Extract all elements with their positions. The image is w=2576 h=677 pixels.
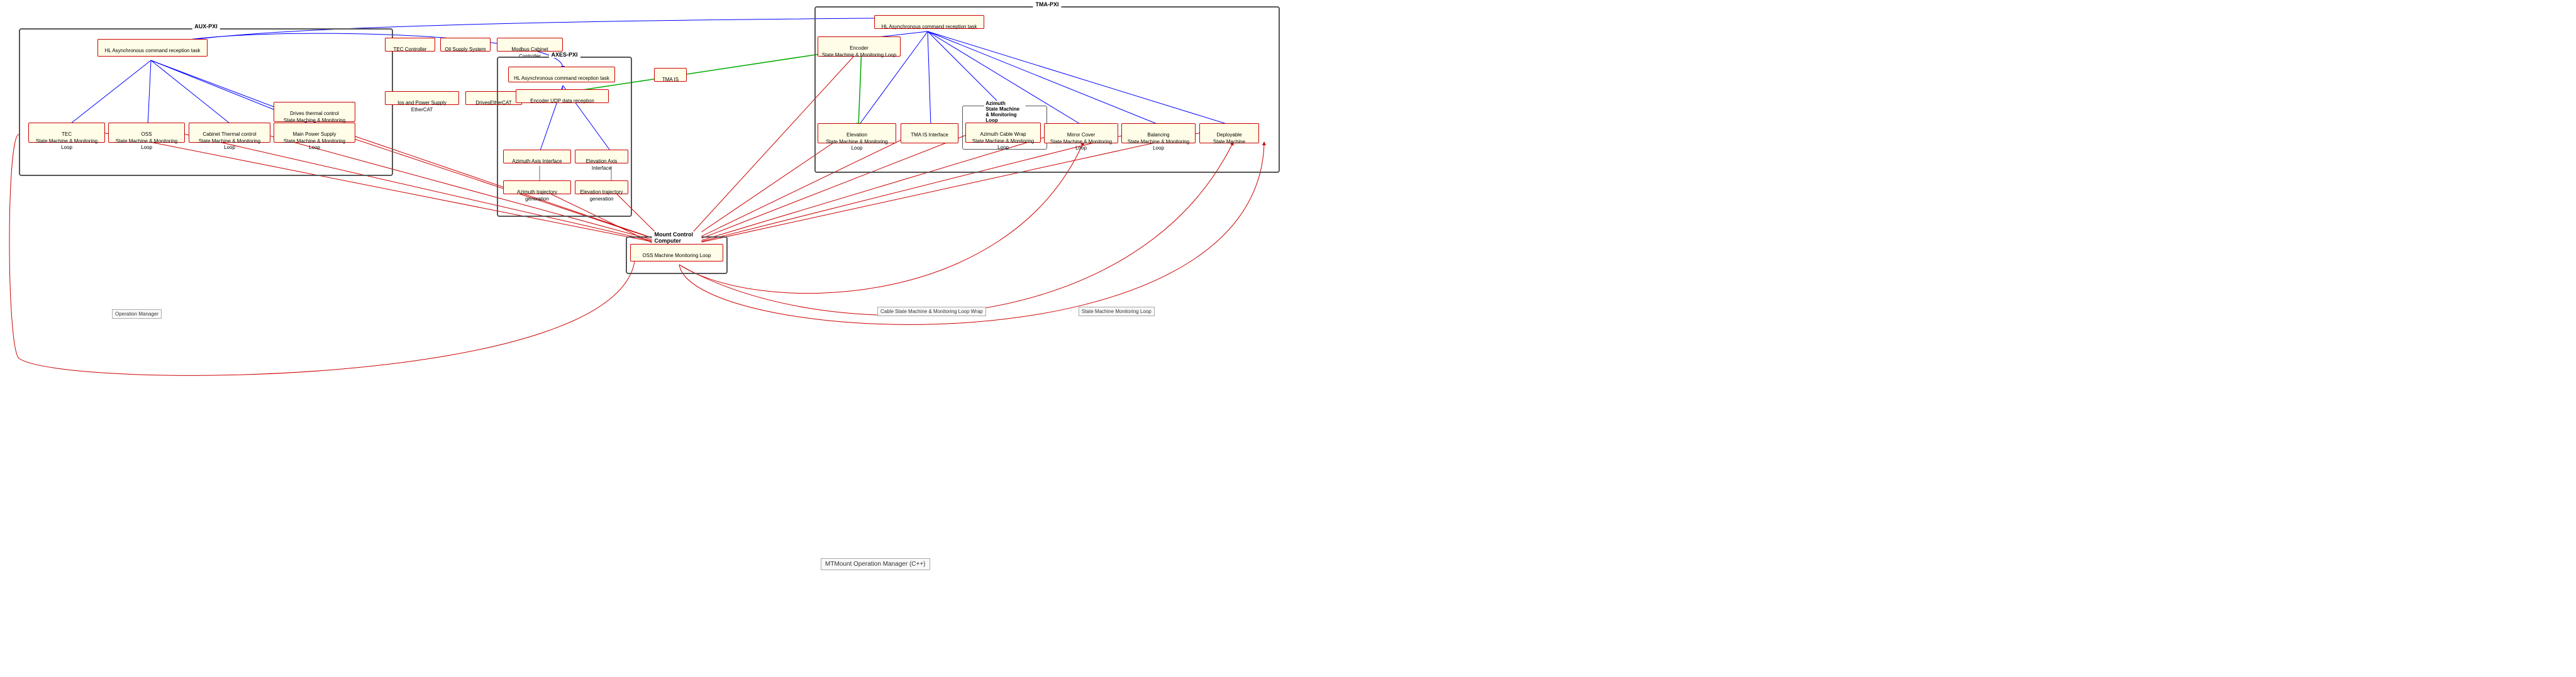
tec-sm-node[interactable]: TEC State Machine & Monitoring Loop <box>28 123 105 143</box>
axes-hl-async-label: HL Asynchronous command reception task <box>514 75 609 81</box>
tma-pxi-group: TMA-PXI <box>814 6 1280 173</box>
encoder-udp-label: Encoder UDP data reception <box>530 98 594 104</box>
azimuth-axis-interface-node[interactable]: Azimuth Axis Interface <box>503 150 571 163</box>
balancing-sm-node[interactable]: Balancing State Machine & Monitoring Loo… <box>1121 123 1196 143</box>
aux-hl-async-label: HL Asynchronous command reception task <box>105 48 201 53</box>
oil-supply-label: Oil Supply System <box>445 47 486 52</box>
aux-pxi-label: AUX-PXI <box>192 23 220 30</box>
elevation-axis-interface-node[interactable]: Elevation Axis Interface <box>575 150 628 163</box>
encoder-sm-label: Encoder State Machine & Monitoring Loop <box>822 45 896 57</box>
main-power-sm-node[interactable]: Main Power Supply State Machine & Monito… <box>274 123 355 143</box>
oss-ml-annotation: Operation Manager <box>112 309 162 319</box>
tma-pxi-label: TMA-PXI <box>1033 1 1062 8</box>
deployable-sm-label: Deployable State Machine <box>1213 132 1245 144</box>
azimuth-cable-wrap-sm-node[interactable]: Azimuth Cable Wrap State Machine & Monit… <box>965 123 1041 143</box>
operation-manager-annotation: MTMount Operation Manager (C++) <box>821 558 930 570</box>
tma-hl-async-node[interactable]: HL Asynchronous command reception task <box>874 15 984 29</box>
axes-pxi-label: AXES-PXI <box>548 52 580 58</box>
encoder-udp-node[interactable]: Encoder UDP data reception <box>516 89 609 103</box>
tma-is-label: TMA IS <box>662 77 679 82</box>
aux-hl-async-node[interactable]: HL Asynchronous command reception task <box>97 39 208 57</box>
cabinet-thermal-sm-node[interactable]: Cabinet Thermal control State Machine & … <box>189 123 270 143</box>
ios-power-ethercat-node[interactable]: Ios and Power Supply EtherCAT <box>385 91 459 105</box>
tma-is-node[interactable]: TMA IS <box>654 68 687 82</box>
cable-state-sm-annotation: Cable State Machine & Monitoring Loop Wr… <box>877 307 986 316</box>
modbus-cabinet-node[interactable]: Modbus Cabinet Controller <box>497 38 563 52</box>
mtmount-op-manager-node[interactable]: OSS Machine Monitoring Loop <box>630 244 723 261</box>
axes-hl-async-node[interactable]: HL Asynchronous command reception task <box>508 67 615 82</box>
mirror-cover-sm-node[interactable]: Mirror Cover State Machine & Monitoring … <box>1044 123 1118 143</box>
encoder-sm-node[interactable]: Encoder State Machine & Monitoring Loop <box>818 36 901 57</box>
tma-is-interface-node[interactable]: TMA IS Interface <box>901 123 958 143</box>
drives-thermal-sm-node[interactable]: Drives thermal control State Machine & M… <box>274 102 355 122</box>
azimuth-axis-interface-label: Azimuth Axis Interface <box>512 158 562 164</box>
oil-supply-node[interactable]: Oil Supply System <box>440 38 491 52</box>
elevation-traj-node[interactable]: Elevation trajectory generation <box>575 180 628 194</box>
oss-sm-node[interactable]: OSS State Machine & Monitoring Loop <box>108 123 185 143</box>
state-machine-ml-annotation: State Machine Monitoring Loop <box>1079 307 1155 316</box>
tec-controller-label: TEC Controller <box>394 47 427 52</box>
tma-is-interface-label: TMA IS Interface <box>911 132 948 138</box>
tma-hl-async-label: HL Asynchronous command reception task <box>882 24 977 30</box>
mount-control-label: Mount Control Computer <box>652 231 702 244</box>
mtmount-op-manager-label: OSS Machine Monitoring Loop <box>643 253 711 258</box>
ios-power-ethercat-label: Ios and Power Supply EtherCAT <box>397 100 447 112</box>
azimuth-sm-group-label: AzimuthState Machine & Monitoring Loop <box>984 101 1026 123</box>
elevation-sm-node[interactable]: Elevation State Machine & Monitoring Loo… <box>818 123 896 143</box>
deployable-sm-node[interactable]: Deployable State Machine <box>1199 123 1259 143</box>
azimuth-traj-node[interactable]: Azimuth trajectory generation <box>503 180 571 194</box>
tec-controller-node[interactable]: TEC Controller <box>385 38 435 52</box>
diagram-container: AUX-PXI HL Asynchronous command receptio… <box>0 0 2576 677</box>
